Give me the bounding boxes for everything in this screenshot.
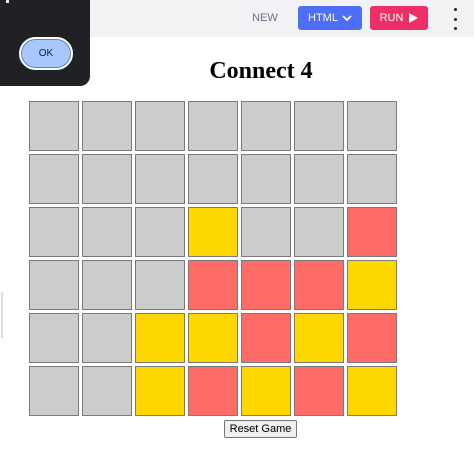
board-cell-r5-c5-red[interactable] — [241, 313, 291, 363]
reset-game-button[interactable]: Reset Game — [224, 420, 297, 438]
board-cell-r1-c3-empty[interactable] — [135, 101, 185, 151]
board-cell-r2-c2-empty[interactable] — [82, 154, 132, 204]
html-dropdown-button[interactable]: HTML — [298, 6, 362, 30]
page-title: Connect 4 — [209, 58, 313, 84]
board-cell-r1-c2-empty[interactable] — [82, 101, 132, 151]
board-cell-r3-c7-red[interactable] — [347, 207, 397, 257]
board-cell-r5-c1-empty[interactable] — [29, 313, 79, 363]
scroll-edge — [1, 292, 3, 338]
new-button-label: NEW — [252, 12, 278, 24]
board-cell-r3-c2-empty[interactable] — [82, 207, 132, 257]
board-cell-r4-c6-red[interactable] — [294, 260, 344, 310]
board-cell-r3-c5-empty[interactable] — [241, 207, 291, 257]
board-cell-r2-c4-empty[interactable] — [188, 154, 238, 204]
board-cell-r4-c3-empty[interactable] — [135, 260, 185, 310]
board-cell-r5-c4-yellow[interactable] — [188, 313, 238, 363]
board-cell-r2-c1-empty[interactable] — [29, 154, 79, 204]
game-board — [29, 101, 397, 416]
more-options-icon[interactable] — [448, 8, 462, 30]
board-cell-r6-c2-empty[interactable] — [82, 366, 132, 416]
board-cell-r6-c5-yellow[interactable] — [241, 366, 291, 416]
board-cell-r6-c7-yellow[interactable] — [347, 366, 397, 416]
board-cell-r5-c2-empty[interactable] — [82, 313, 132, 363]
board-cell-r6-c1-empty[interactable] — [29, 366, 79, 416]
new-button[interactable]: NEW — [247, 6, 283, 30]
board-cell-r1-c1-empty[interactable] — [29, 101, 79, 151]
board-cell-r1-c6-empty[interactable] — [294, 101, 344, 151]
board-cell-r1-c5-empty[interactable] — [241, 101, 291, 151]
alert-dialog: OK — [0, 0, 90, 86]
board-cell-r4-c7-yellow[interactable] — [347, 260, 397, 310]
board-cell-r2-c3-empty[interactable] — [135, 154, 185, 204]
board-cell-r1-c4-empty[interactable] — [188, 101, 238, 151]
board-cell-r6-c4-red[interactable] — [188, 366, 238, 416]
board-cell-r2-c6-empty[interactable] — [294, 154, 344, 204]
board-cell-r4-c2-empty[interactable] — [82, 260, 132, 310]
run-button[interactable]: RUN — [370, 6, 428, 30]
html-button-label: HTML — [308, 12, 338, 24]
board-cell-r4-c5-red[interactable] — [241, 260, 291, 310]
board-cell-r5-c3-yellow[interactable] — [135, 313, 185, 363]
board-cell-r1-c7-empty[interactable] — [347, 101, 397, 151]
board-cell-r3-c1-empty[interactable] — [29, 207, 79, 257]
board-cell-r5-c7-red[interactable] — [347, 313, 397, 363]
ok-button[interactable]: OK — [19, 37, 73, 70]
board-cell-r4-c1-empty[interactable] — [29, 260, 79, 310]
board-cell-r6-c6-red[interactable] — [294, 366, 344, 416]
run-button-label: RUN — [379, 12, 404, 24]
board-cell-r5-c6-yellow[interactable] — [294, 313, 344, 363]
board-cell-r3-c6-empty[interactable] — [294, 207, 344, 257]
board-cell-r2-c7-empty[interactable] — [347, 154, 397, 204]
board-cell-r2-c5-empty[interactable] — [241, 154, 291, 204]
board-cell-r6-c3-yellow[interactable] — [135, 366, 185, 416]
board-cell-r3-c4-yellow[interactable] — [188, 207, 238, 257]
dialog-text-fragment — [6, 0, 9, 3]
board-cell-r4-c4-red[interactable] — [188, 260, 238, 310]
chevron-down-icon — [342, 15, 352, 22]
play-icon — [409, 13, 419, 23]
board-cell-r3-c3-empty[interactable] — [135, 207, 185, 257]
